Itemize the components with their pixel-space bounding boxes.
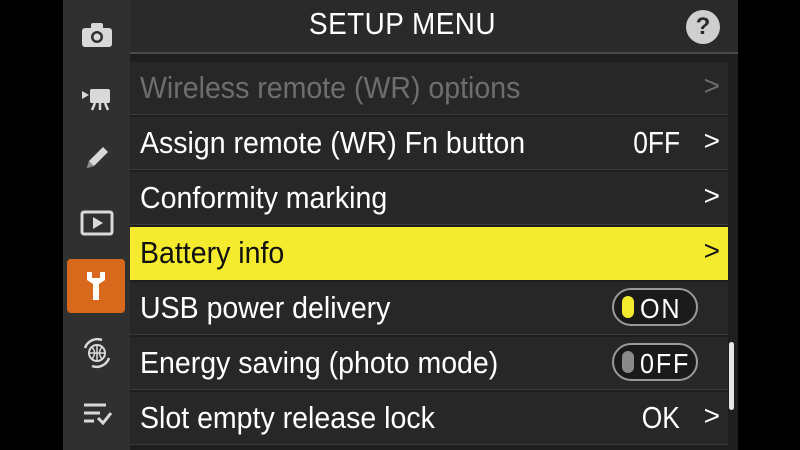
network-icon (80, 336, 114, 370)
energy-saving-toggle[interactable]: 0FF (612, 343, 698, 381)
movie-shooting-menu-tab[interactable] (63, 70, 130, 124)
usb-power-delivery-toggle[interactable]: ON (612, 288, 698, 326)
help-icon[interactable]: ? (686, 10, 720, 44)
menu-item-value: 0FF (633, 125, 680, 160)
my-menu-tab[interactable] (63, 386, 130, 440)
menu-item-label: Slot empty release lock (140, 400, 435, 435)
menu-item-label: Assign remote (WR) Fn button (140, 125, 526, 160)
menu-item-label: Conformity marking (140, 180, 388, 215)
chevron-right-icon: > (703, 180, 720, 211)
network-menu-tab[interactable] (63, 326, 130, 380)
toggle-label: 0FF (640, 348, 691, 379)
menu-item-value: OK (641, 400, 680, 435)
wrench-icon (84, 269, 108, 303)
menu-item-wireless-remote-options[interactable]: Wireless remote (WR) options > (130, 62, 728, 115)
menu-item-label: Battery info (140, 235, 285, 270)
playback-icon (80, 210, 114, 236)
chevron-right-icon: > (703, 400, 720, 431)
movie-camera-icon (79, 82, 115, 112)
chevron-right-icon: > (703, 235, 720, 266)
toggle-knob (622, 351, 634, 373)
playback-menu-tab[interactable] (63, 196, 130, 250)
photo-shooting-menu-tab[interactable] (63, 8, 130, 62)
toggle-label: ON (640, 293, 682, 324)
menu-item-battery-info[interactable]: Battery info > (130, 227, 728, 280)
chevron-right-icon: > (703, 125, 720, 156)
chevron-right-icon: > (703, 70, 720, 101)
menu-item-assign-remote-fn-button[interactable]: Assign remote (WR) Fn button 0FF > (130, 117, 728, 170)
menu-item-energy-saving[interactable]: Energy saving (photo mode) 0FF (130, 337, 728, 390)
menu-item-slot-empty-release-lock[interactable]: Slot empty release lock OK > (130, 392, 728, 445)
my-menu-icon (80, 398, 114, 428)
menu-item-label: USB power delivery (140, 290, 391, 325)
scrollbar-thumb[interactable] (729, 342, 734, 410)
camera-icon (79, 20, 115, 50)
menu-item-conformity-marking[interactable]: Conformity marking > (130, 172, 728, 225)
setup-menu-tab[interactable] (67, 259, 125, 313)
menu-item-label: Energy saving (photo mode) (140, 345, 499, 380)
setup-menu-list: Wireless remote (WR) options > Assign re… (130, 62, 728, 447)
toggle-knob (622, 296, 634, 318)
menu-item-label: Wireless remote (WR) options (140, 70, 521, 105)
menu-sidebar (63, 0, 130, 450)
pencil-icon (81, 142, 113, 174)
menu-item-usb-power-delivery[interactable]: USB power delivery ON (130, 282, 728, 335)
page-title: SETUP MENU (309, 6, 496, 41)
custom-settings-menu-tab[interactable] (63, 131, 130, 185)
scrollbar[interactable] (729, 62, 735, 412)
menu-header: SETUP MENU ? (130, 0, 738, 54)
